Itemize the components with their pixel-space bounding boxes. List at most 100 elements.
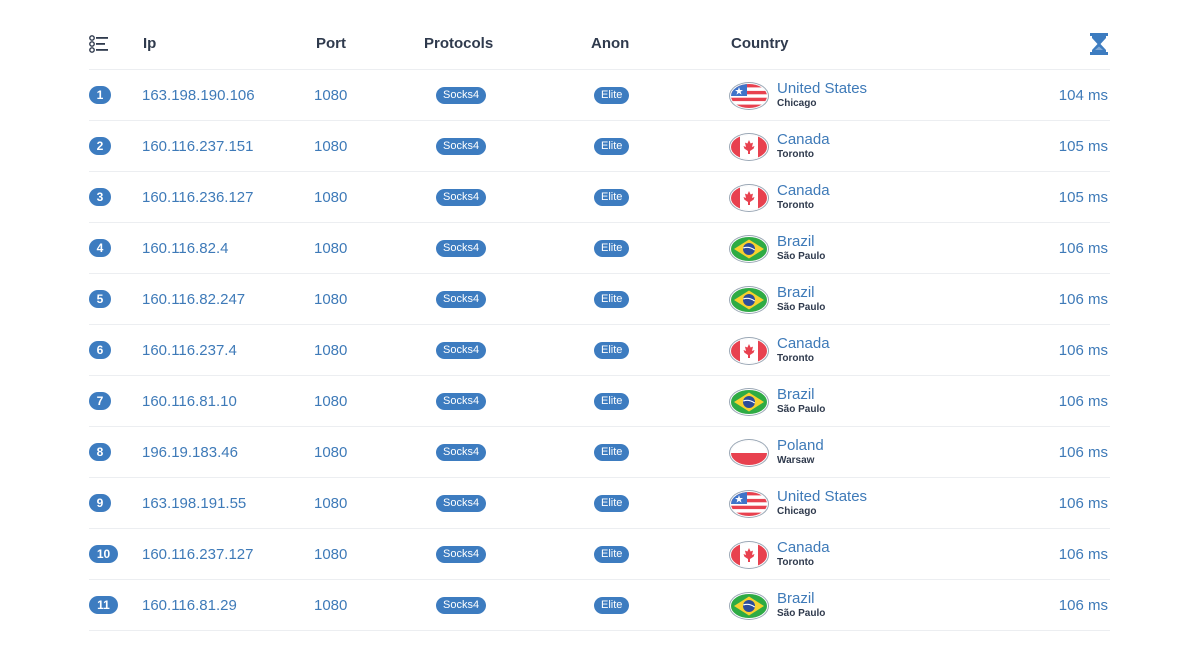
port-value: 1080 bbox=[314, 86, 348, 104]
ping-value: 106 ms bbox=[1058, 239, 1108, 257]
list-icon[interactable] bbox=[89, 18, 108, 69]
anon-badge: Elite bbox=[594, 392, 630, 410]
country-name[interactable]: Brazil bbox=[777, 387, 825, 402]
ping-value: 106 ms bbox=[1058, 443, 1108, 461]
city-name: Toronto bbox=[777, 353, 815, 364]
anon-badge: Elite bbox=[594, 188, 630, 206]
ca-flag-icon bbox=[731, 338, 767, 363]
table-row: 1 163.198.190.106 1080 Socks4 Elite United St… bbox=[89, 70, 1110, 121]
port-value: 1080 bbox=[314, 290, 348, 308]
country-name[interactable]: Canada bbox=[777, 132, 830, 147]
anon-badge: Elite bbox=[594, 239, 630, 257]
protocol-badge: Socks4 bbox=[436, 545, 487, 563]
ping-value: 104 ms bbox=[1058, 86, 1108, 104]
ping-value: 106 ms bbox=[1058, 392, 1108, 410]
ip-address[interactable]: 160.116.81.29 bbox=[142, 580, 237, 630]
country-name[interactable]: Brazil bbox=[777, 285, 825, 300]
protocol-badge: Socks4 bbox=[436, 341, 487, 359]
table-row: 6 160.116.237.4 1080 Socks4 Elite Canada Toron… bbox=[89, 325, 1110, 376]
header-ip[interactable]: Ip bbox=[143, 18, 156, 69]
port-value: 1080 bbox=[314, 494, 348, 512]
ca-flag-icon bbox=[731, 185, 767, 210]
header-protocols[interactable]: Protocols bbox=[424, 18, 493, 69]
anon-badge: Elite bbox=[594, 596, 630, 614]
ip-address[interactable]: 160.116.237.127 bbox=[142, 529, 254, 579]
port-value: 1080 bbox=[314, 596, 348, 614]
ip-address[interactable]: 160.116.237.4 bbox=[142, 325, 237, 375]
row-number-badge: 4 bbox=[89, 239, 111, 257]
row-number-badge: 3 bbox=[89, 188, 111, 206]
ip-address[interactable]: 163.198.190.106 bbox=[142, 70, 255, 120]
ping-value: 105 ms bbox=[1058, 137, 1108, 155]
city-name: Toronto bbox=[777, 557, 815, 568]
protocol-badge: Socks4 bbox=[436, 596, 487, 614]
ip-address[interactable]: 160.116.81.10 bbox=[142, 376, 237, 426]
us-flag-icon bbox=[731, 83, 767, 108]
protocol-badge: Socks4 bbox=[436, 239, 487, 257]
country-name[interactable]: Poland bbox=[777, 438, 824, 453]
protocol-badge: Socks4 bbox=[436, 494, 487, 512]
country-name[interactable]: United States bbox=[777, 489, 867, 504]
ca-flag-icon bbox=[731, 134, 767, 159]
port-value: 1080 bbox=[314, 137, 348, 155]
country-name[interactable]: Canada bbox=[777, 183, 830, 198]
country-name[interactable]: Brazil bbox=[777, 591, 825, 606]
port-value: 1080 bbox=[314, 188, 348, 206]
ping-value: 106 ms bbox=[1058, 341, 1108, 359]
hourglass-icon[interactable] bbox=[1090, 18, 1108, 69]
row-number-badge: 8 bbox=[89, 443, 111, 461]
city-name: Toronto bbox=[777, 200, 815, 211]
anon-badge: Elite bbox=[594, 290, 630, 308]
table-row: 5 160.116.82.247 1080 Socks4 Elite Brazil São … bbox=[89, 274, 1110, 325]
table-header: Ip Port Protocols Anon Country bbox=[89, 18, 1110, 70]
header-port[interactable]: Port bbox=[316, 18, 346, 69]
ping-value: 106 ms bbox=[1058, 290, 1108, 308]
ping-value: 106 ms bbox=[1058, 545, 1108, 563]
anon-badge: Elite bbox=[594, 545, 630, 563]
anon-badge: Elite bbox=[594, 443, 630, 461]
row-number-badge: 7 bbox=[89, 392, 111, 410]
country-name[interactable]: United States bbox=[777, 81, 867, 96]
table-row: 3 160.116.236.127 1080 Socks4 Elite Canada Tor… bbox=[89, 172, 1110, 223]
row-number-badge: 2 bbox=[89, 137, 111, 155]
row-number-badge: 10 bbox=[89, 545, 118, 563]
br-flag-icon bbox=[731, 236, 767, 261]
city-name: São Paulo bbox=[777, 404, 826, 415]
city-name: Toronto bbox=[777, 149, 815, 160]
protocol-badge: Socks4 bbox=[436, 86, 487, 104]
row-number-badge: 1 bbox=[89, 86, 111, 104]
city-name: São Paulo bbox=[777, 302, 826, 313]
ping-value: 106 ms bbox=[1058, 596, 1108, 614]
header-country[interactable]: Country bbox=[731, 18, 789, 69]
row-number-badge: 6 bbox=[89, 341, 111, 359]
port-value: 1080 bbox=[314, 341, 348, 359]
ip-address[interactable]: 160.116.237.151 bbox=[142, 121, 254, 171]
ip-address[interactable]: 196.19.183.46 bbox=[142, 427, 238, 477]
row-number-badge: 9 bbox=[89, 494, 111, 512]
country-name[interactable]: Canada bbox=[777, 540, 830, 555]
table-row: 9 163.198.191.55 1080 Socks4 Elite United Sta… bbox=[89, 478, 1110, 529]
protocol-badge: Socks4 bbox=[436, 392, 487, 410]
header-anon[interactable]: Anon bbox=[591, 18, 629, 69]
anon-badge: Elite bbox=[594, 341, 630, 359]
ip-address[interactable]: 163.198.191.55 bbox=[142, 478, 246, 528]
country-name[interactable]: Brazil bbox=[777, 234, 825, 249]
ping-value: 105 ms bbox=[1058, 188, 1108, 206]
port-value: 1080 bbox=[314, 443, 348, 461]
city-name: Chicago bbox=[777, 506, 817, 517]
port-value: 1080 bbox=[314, 239, 348, 257]
ip-address[interactable]: 160.116.236.127 bbox=[142, 172, 254, 222]
ip-address[interactable]: 160.116.82.4 bbox=[142, 223, 228, 273]
ping-value: 106 ms bbox=[1058, 494, 1108, 512]
anon-badge: Elite bbox=[594, 137, 630, 155]
br-flag-icon bbox=[731, 389, 767, 414]
br-flag-icon bbox=[731, 593, 767, 618]
row-number-badge: 11 bbox=[89, 596, 118, 614]
table-row: 10 160.116.237.127 1080 Socks4 Elite Canada To… bbox=[89, 529, 1110, 580]
city-name: Chicago bbox=[777, 98, 817, 109]
protocol-badge: Socks4 bbox=[436, 137, 487, 155]
proxy-table: Ip Port Protocols Anon Country 1 163.198.… bbox=[89, 18, 1110, 631]
protocol-badge: Socks4 bbox=[436, 290, 487, 308]
country-name[interactable]: Canada bbox=[777, 336, 830, 351]
ip-address[interactable]: 160.116.82.247 bbox=[142, 274, 245, 324]
